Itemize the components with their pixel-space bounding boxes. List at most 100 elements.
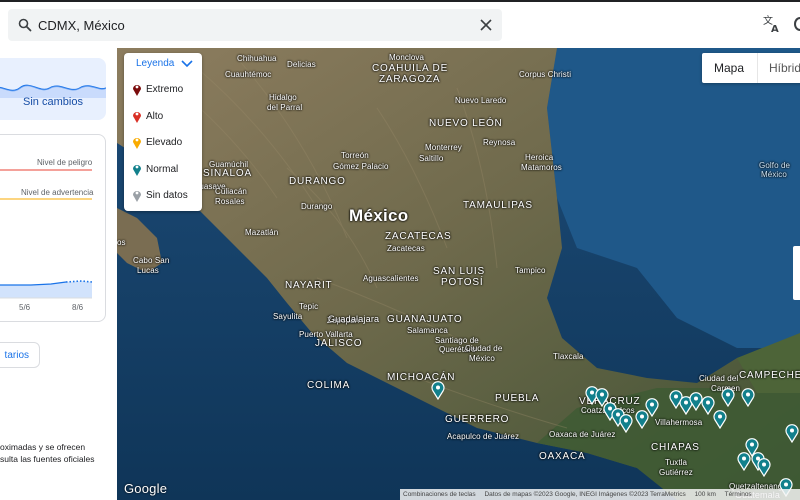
legend-label: Elevado (146, 137, 183, 148)
gauge-pin-normal[interactable] (431, 381, 445, 400)
map-label: GUANAJUATO (387, 314, 463, 325)
gauge-pin-normal[interactable] (785, 424, 799, 443)
gauge-pin-normal[interactable] (721, 388, 735, 407)
map-pin-icon (133, 165, 141, 176)
map-label: Tuxtla (665, 458, 688, 467)
map-label: SAN LUIS (433, 266, 485, 277)
map-label: Monclova (389, 53, 425, 62)
map-label: NUEVO LEÓN (429, 118, 503, 129)
map-label: Gutiérrez (659, 468, 693, 477)
map-label: Reynosa (483, 138, 516, 147)
water-level-graph: Nivel de peligro Nivel de advertencia 5/… (0, 134, 106, 322)
map-label: Nuevo Laredo (455, 96, 507, 105)
keyboard-shortcuts-link[interactable]: Combinaciones de teclas (403, 491, 476, 498)
danger-label: Nivel de peligro (37, 158, 93, 167)
legend-item-sin-datos: Sin datos (132, 187, 200, 205)
x-tick: 5/6 (19, 303, 31, 312)
search-box[interactable] (8, 9, 502, 41)
terms-link[interactable]: Términos (725, 491, 752, 498)
map-label: Guadalajara (328, 314, 380, 324)
side-panel: Sin cambios Nivel de peligro Nivel de ad… (0, 48, 117, 500)
map-label: Cuauhtémoc (225, 70, 272, 79)
map-label: Golfo de (759, 161, 791, 170)
map-label: COLIMA (307, 380, 351, 391)
map-label: CAMPECHE (739, 370, 800, 381)
comments-button[interactable]: tarios (0, 342, 40, 368)
map-label-country: México (349, 206, 409, 225)
map-type-hybrid-button[interactable]: Híbrid (757, 53, 800, 83)
legend-toggle[interactable]: Leyenda (124, 53, 202, 75)
map-label: México (761, 170, 787, 179)
gauge-pin-normal[interactable] (757, 458, 771, 477)
map-type-map-button[interactable]: Mapa (702, 53, 756, 83)
map-label: Zacatecas (387, 244, 425, 253)
map-label: OAXACA (539, 451, 586, 462)
legend-item-extremo: Extremo (132, 81, 200, 99)
legend-label: Extremo (146, 84, 184, 95)
map-label: Cabo San (133, 256, 170, 265)
top-bar: 文 A (0, 0, 800, 48)
map-label: Tepic (299, 302, 319, 311)
map-label: Monterrey (425, 143, 462, 152)
translate-icon[interactable]: 文 A (762, 14, 782, 34)
map-label: NAYARIT (285, 280, 333, 291)
map-canvas[interactable]: Chihuahua Cuauhtémoc Delicias Monclova C… (117, 48, 800, 500)
map-label: Delicias (287, 60, 316, 69)
map-label: Tampico (515, 266, 546, 275)
close-icon[interactable] (479, 18, 493, 32)
map-label: Chihuahua (237, 54, 277, 63)
gauge-pin-normal[interactable] (737, 452, 751, 471)
map-label: Durango (301, 202, 333, 211)
map-pin-icon (133, 138, 141, 149)
map-label: CHIAPAS (651, 442, 700, 453)
status-wave (0, 68, 106, 98)
map-label: Ciudad de (465, 344, 503, 353)
comments-button-label: tarios (4, 350, 29, 361)
search-icon (18, 18, 32, 32)
gauge-pin-normal[interactable] (619, 414, 633, 433)
map-label: Matamoros (521, 163, 562, 172)
google-logo: Google (124, 481, 168, 496)
chevron-down-icon (181, 60, 193, 68)
gauge-pin-normal[interactable] (741, 388, 755, 407)
map-pin-icon (133, 191, 141, 202)
map-label: ZARAGOZA (379, 74, 441, 85)
map-label: PUEBLA (495, 393, 540, 404)
map-side-control[interactable] (793, 246, 800, 300)
map-label: TAMAULIPAS (463, 200, 533, 211)
map-label: Tlaxcala (553, 352, 584, 361)
gauge-pin-normal[interactable] (713, 410, 727, 429)
map-label: ZACATECAS (385, 231, 452, 242)
map-label: GUERRERO (445, 414, 510, 425)
map-attribution: Combinaciones de teclas Datos de mapas ©… (400, 489, 800, 500)
map-label: DURANGO (289, 176, 346, 187)
map-label: Oaxaca de Juárez (549, 430, 616, 439)
map-label: JALISCO (315, 338, 363, 349)
map-type-control: Mapa Híbrid (702, 53, 800, 83)
map-legend: Leyenda Extremo Alto Elevado Normal Sin … (124, 53, 202, 211)
map-label: Hidalgo (269, 93, 297, 102)
level-area (0, 281, 92, 298)
map-label: Heroica (525, 153, 554, 162)
map-label: Lucas (137, 266, 159, 275)
map-label: Corpus Christi (519, 70, 572, 79)
map-pin-icon (133, 85, 141, 96)
app-root: 文 A Sin cambios Nivel de peligro (0, 0, 800, 500)
legend-item-alto: Alto (132, 108, 200, 126)
map-label: Sayulita (273, 312, 303, 321)
account-icon[interactable] (794, 17, 800, 31)
map-label: Culiacán (215, 187, 247, 196)
map-label: Mazatlán (245, 228, 279, 237)
gauge-pin-normal[interactable] (645, 398, 659, 417)
map-pin-icon (133, 112, 141, 123)
search-input[interactable] (38, 13, 468, 37)
map-label: COAHUILA DE (372, 63, 449, 74)
map-label: Saltillo (419, 154, 444, 163)
disclaimer-line: sulta las fuentes oficiales (0, 454, 95, 464)
map-label: Aguascalientes (363, 274, 419, 283)
status-card: Sin cambios (0, 58, 106, 120)
warning-label: Nivel de advertencia (21, 188, 94, 197)
map-label: POTOSÍ (441, 277, 484, 288)
map-label: del Parral (267, 103, 303, 112)
map-label: Villahermosa (655, 418, 703, 427)
